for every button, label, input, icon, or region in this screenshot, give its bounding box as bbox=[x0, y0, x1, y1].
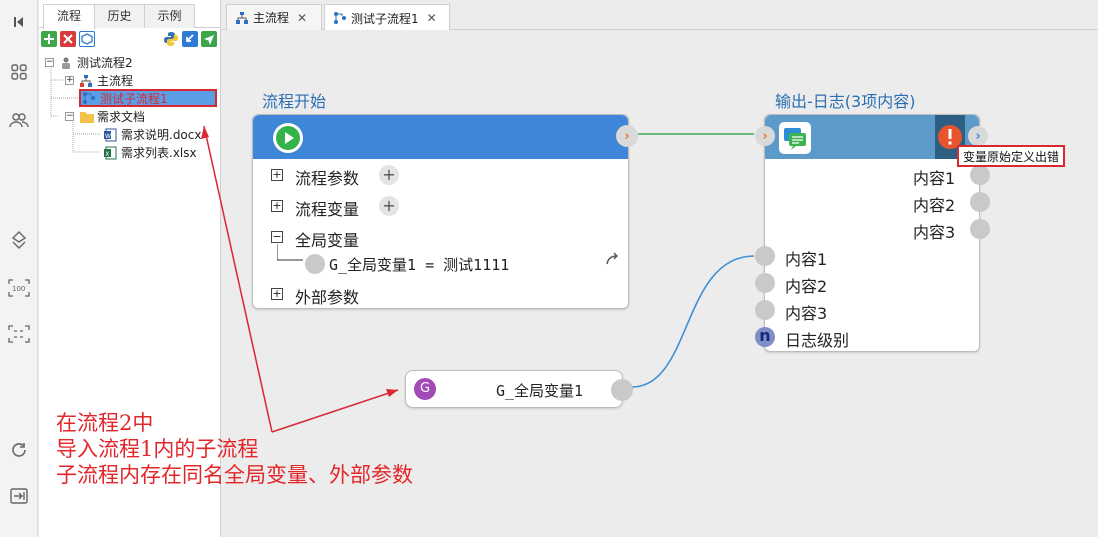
annotation-line: 在流程2中 bbox=[56, 411, 154, 435]
annotation-line: 导入流程1内的子流程 bbox=[56, 437, 259, 461]
error-tooltip: 变量原始定义出错 bbox=[957, 145, 1066, 167]
annotation-line: 子流程内存在同名全局变量、外部参数 bbox=[56, 463, 413, 487]
annotation-text: 在流程2中 导入流程1内的子流程 子流程内存在同名全局变量、外部参数 bbox=[56, 410, 413, 488]
